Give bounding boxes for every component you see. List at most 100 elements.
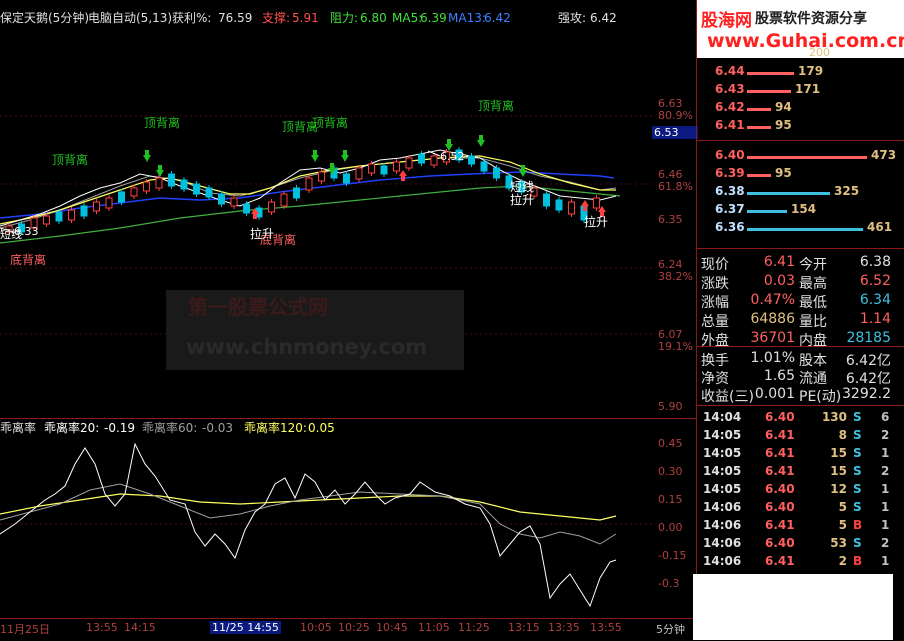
time-label: 13:55 xyxy=(590,621,622,634)
trade-price: 6.40 xyxy=(765,410,795,424)
watermark-text: 第一股票公式网 xyxy=(188,295,328,319)
candle-body xyxy=(343,173,350,184)
bias60-value: -0.03 xyxy=(202,421,234,435)
profit-value: 76.59 xyxy=(218,11,253,25)
quote-value: 36701 xyxy=(750,330,795,346)
candlestick-chart[interactable]: 顶背离 顶背离 顶背离 顶背离 顶背离 底背离 底背离 拉升 拉升 拉升 短线 … xyxy=(0,28,652,416)
quote-label: 最高 xyxy=(799,276,827,292)
bias-indicator-chart[interactable] xyxy=(0,434,652,618)
time-label: 13:15 xyxy=(508,621,540,634)
price-axis: 6.63 80.9% 6.53 6.46 61.8% 6.35 6.24 38.… xyxy=(652,28,698,418)
order-book-row[interactable]: 6.44 179 xyxy=(697,64,904,81)
candle-body xyxy=(205,187,213,198)
quote-label: 今开 xyxy=(799,257,827,273)
trade-count: 1 xyxy=(881,446,890,460)
trade-side: S xyxy=(853,536,862,550)
candle-body xyxy=(143,181,150,192)
quote-value: 0.03 xyxy=(763,273,795,289)
quote-value: 3292.2 xyxy=(842,386,891,402)
candle-body xyxy=(155,177,163,189)
time-label: 13:55 xyxy=(86,621,118,634)
order-book-row[interactable]: 6.37 154 xyxy=(697,202,904,219)
trade-time: 14:06 xyxy=(703,518,742,532)
bias120-value: 0.05 xyxy=(308,421,335,435)
candle-body xyxy=(230,197,238,207)
trade-volume: 5 xyxy=(838,500,847,514)
order-volume-bar xyxy=(747,72,794,75)
trade-time: 14:05 xyxy=(703,482,742,496)
banner-url: www.Guhai.com.cn xyxy=(707,30,904,52)
trade-side: S xyxy=(853,482,862,496)
quote-label: 股本 xyxy=(799,353,827,369)
profit-label: 获利%: xyxy=(172,11,212,25)
top-divergence-label: 顶背离 xyxy=(312,115,348,130)
formula-name[interactable]: 电脑自动(5,13) xyxy=(88,11,172,25)
candle-body xyxy=(430,155,438,166)
order-price: 6.36 xyxy=(715,220,745,234)
strong-label: 强攻: xyxy=(558,11,587,25)
trade-price: 6.41 xyxy=(765,554,795,568)
bottom-divergence-label: 底背离 xyxy=(10,252,46,267)
bias60-label: 乖离率60: xyxy=(142,421,198,435)
ma13-label: MA13: xyxy=(448,11,486,25)
candle-body xyxy=(280,193,288,207)
order-price: 6.37 xyxy=(715,202,745,216)
quote-panel: 股海网 股票软件资源分享 www.Guhai.com.cn 200 6.44 17… xyxy=(693,0,904,640)
trade-time: 14:06 xyxy=(703,536,742,550)
quote-label: 内盘 xyxy=(799,333,827,349)
order-book-row[interactable]: 6.38 325 xyxy=(697,184,904,201)
trade-side: S xyxy=(853,410,862,424)
high-price-label: 6.52 xyxy=(440,150,465,163)
bias60-line xyxy=(0,483,617,545)
candle-body xyxy=(168,173,175,187)
order-price: 6.42 xyxy=(715,100,745,114)
order-volume: 95 xyxy=(775,166,792,180)
order-book-row[interactable]: 6.41 95 xyxy=(697,118,904,135)
cursor-time-label: 11/25 14:55 xyxy=(210,621,281,634)
trade-side: B xyxy=(853,518,863,532)
period-label[interactable]: 5分钟 xyxy=(656,621,685,637)
down-arrow-icon xyxy=(519,165,527,177)
order-book-row[interactable]: 6.42 94 xyxy=(697,100,904,117)
bias120-label: 乖离率120: xyxy=(244,421,307,435)
order-book-row[interactable]: 6.40 473 xyxy=(697,148,904,165)
candle-body xyxy=(305,177,313,191)
candle-body xyxy=(93,201,100,212)
candle-body xyxy=(118,191,125,203)
order-book-row[interactable]: 6.39 95 xyxy=(697,166,904,183)
trade-time: 14:06 xyxy=(703,500,742,514)
time-label: 11:05 xyxy=(418,621,450,634)
trade-volume: 53 xyxy=(830,536,847,550)
quote-value: 6.42亿 xyxy=(845,353,891,369)
quote-value: 6.52 xyxy=(859,273,891,289)
candle-body xyxy=(393,161,400,172)
order-volume-bar xyxy=(747,192,830,195)
order-book-row[interactable]: 6.43 171 xyxy=(697,82,904,99)
trade-volume: 15 xyxy=(830,464,847,478)
order-book-row[interactable]: 6.36 461 xyxy=(697,220,904,237)
axis-value: 0.00 xyxy=(658,521,683,534)
stock-name[interactable]: 保定天鹅(5分钟) xyxy=(0,11,89,25)
top-divergence-label: 顶背离 xyxy=(478,98,514,113)
quote-label: 涨幅 xyxy=(701,295,729,311)
trade-time: 14:06 xyxy=(703,554,742,568)
indicator-name[interactable]: 乖离率 xyxy=(0,421,36,435)
trade-side: S xyxy=(853,500,862,514)
trade-side: S xyxy=(853,428,862,442)
trade-side: B xyxy=(853,554,863,568)
quote-label: 外盘 xyxy=(701,333,729,349)
quote-value: 6.38 xyxy=(859,254,891,270)
resist-value: 6.80 xyxy=(360,11,387,25)
trade-volume: 2 xyxy=(838,554,847,568)
quote-label: 换手 xyxy=(701,353,729,369)
order-price: 6.38 xyxy=(715,184,745,198)
trade-count: 2 xyxy=(881,464,890,478)
axis-value: -0.3 xyxy=(658,577,680,590)
support-label: 支撑: xyxy=(262,11,291,25)
axis-pct: 61.8% xyxy=(658,180,693,193)
top-divergence-label: 顶背离 xyxy=(52,152,88,167)
trade-count: 2 xyxy=(881,428,890,442)
down-arrow-icon xyxy=(477,135,485,147)
down-arrow-icon xyxy=(311,150,319,162)
trade-time: 14:05 xyxy=(703,446,742,460)
